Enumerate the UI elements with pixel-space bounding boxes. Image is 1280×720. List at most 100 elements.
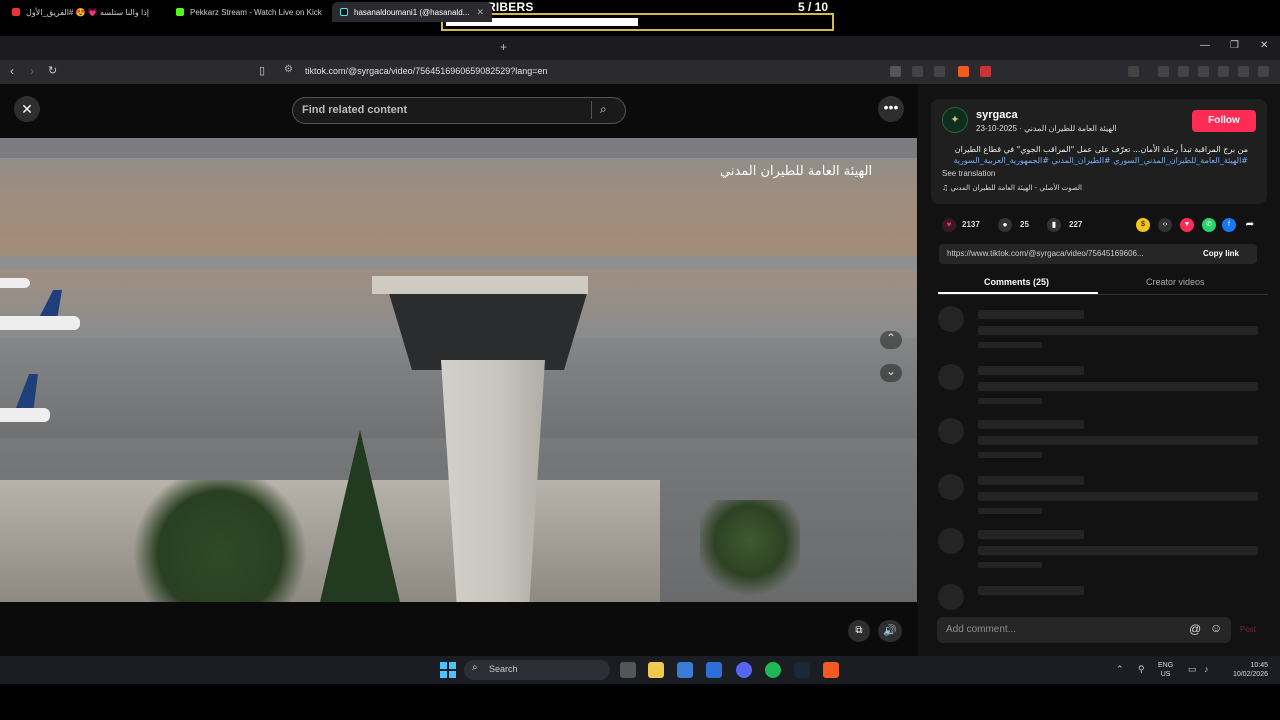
- picture-in-picture-icon[interactable]: ⧉: [848, 620, 870, 642]
- language-indicator[interactable]: ENG US: [1158, 661, 1173, 679]
- speaker-icon[interactable]: ♪: [1204, 664, 1209, 674]
- cast-icon[interactable]: [912, 66, 923, 77]
- spotify-icon[interactable]: [765, 662, 781, 678]
- tray-chevron-icon[interactable]: ⌃: [1116, 664, 1124, 675]
- vpn-icon[interactable]: [1238, 66, 1249, 77]
- kick-icon: [176, 8, 184, 16]
- skeleton-avatar: [938, 418, 964, 444]
- horizon: [0, 138, 917, 158]
- extension-icon[interactable]: [890, 66, 901, 77]
- maximize-icon[interactable]: ❐: [1230, 40, 1239, 51]
- facebook-icon[interactable]: f: [1222, 218, 1236, 232]
- mail-icon[interactable]: [706, 662, 722, 678]
- save-icon[interactable]: ▮: [1047, 218, 1061, 232]
- close-window-icon[interactable]: ✕: [1260, 40, 1268, 51]
- skeleton-line: [978, 326, 1258, 335]
- music-label: الصوت الأصلي - الهيئة العامة للطيران الم…: [950, 184, 1082, 192]
- skeleton-line: [978, 530, 1084, 539]
- search-placeholder: Find related content: [302, 104, 408, 116]
- share-icon[interactable]: [934, 66, 945, 77]
- emoji-icon[interactable]: ☺: [1210, 621, 1222, 635]
- whatsapp-icon[interactable]: ✆: [1202, 218, 1216, 232]
- description-hashtags[interactable]: #الهيئة_العامة_للطيران_المدني_السوري #ال…: [942, 155, 1248, 166]
- runway: [0, 256, 917, 270]
- skeleton-line: [978, 562, 1042, 568]
- see-translation-link[interactable]: See translation: [942, 169, 995, 178]
- discord-icon[interactable]: [736, 662, 752, 678]
- airplane: [0, 278, 30, 288]
- network-icon[interactable]: ▭: [1188, 664, 1197, 675]
- avatar[interactable]: ✦: [942, 107, 968, 133]
- store-icon[interactable]: [677, 662, 693, 678]
- music-note-icon: ♫: [942, 184, 951, 192]
- control-tower-roof: [372, 276, 588, 294]
- search-divider: [591, 101, 592, 119]
- skeleton-avatar: [938, 474, 964, 500]
- tab-creator-videos[interactable]: Creator videos: [1146, 277, 1205, 287]
- sidebar-icon[interactable]: [1178, 66, 1189, 77]
- rewards-icon[interactable]: [980, 66, 991, 77]
- coin-icon[interactable]: $: [1136, 218, 1150, 232]
- tab-label: إذا والنا ستلسه 💗 😍 #الفريق_الأول: [26, 7, 149, 17]
- reload-icon[interactable]: ↻: [48, 64, 57, 77]
- lang-code: ENG: [1158, 662, 1174, 669]
- post-comment-button[interactable]: Post: [1240, 625, 1256, 634]
- more-options-button[interactable]: •••: [878, 96, 904, 122]
- new-tab-icon[interactable]: +: [500, 40, 507, 54]
- comment-icon[interactable]: ●: [998, 218, 1012, 232]
- close-video-button[interactable]: ✕: [14, 96, 40, 122]
- mention-icon[interactable]: @: [1189, 622, 1201, 636]
- site-info-icon[interactable]: ⚙: [284, 64, 293, 75]
- windows-taskbar: [0, 656, 1280, 684]
- close-tab-icon[interactable]: ✕: [476, 7, 484, 18]
- search-icon[interactable]: ⌕: [600, 102, 607, 117]
- skeleton-line: [978, 382, 1258, 391]
- clock-time: 10:45: [1250, 662, 1268, 669]
- leo-icon[interactable]: [1218, 66, 1229, 77]
- tab-2[interactable]: Pekkarz Stream - Watch Live on Kick: [168, 2, 328, 22]
- like-count: 2137: [962, 220, 980, 229]
- previous-video-icon[interactable]: ⌃: [880, 331, 902, 349]
- brave-icon[interactable]: [823, 662, 839, 678]
- skeleton-line: [978, 398, 1042, 404]
- share-arrow-icon[interactable]: ➦: [1243, 218, 1257, 232]
- taskbar-search[interactable]: [464, 660, 610, 680]
- send-icon[interactable]: ▼: [1180, 218, 1194, 232]
- post-description: من برج المراقبة تبدأ رحلة الأمان... تعرّ…: [942, 144, 1248, 166]
- tab-comments[interactable]: Comments (25): [984, 277, 1049, 287]
- address-bar: [0, 60, 1280, 84]
- username[interactable]: syrgaca: [976, 109, 1018, 121]
- airplane: [0, 316, 80, 330]
- skeleton-line: [978, 436, 1258, 445]
- task-view-icon[interactable]: [620, 662, 636, 678]
- start-icon[interactable]: [440, 662, 456, 678]
- minimize-icon[interactable]: —: [1200, 40, 1210, 51]
- volume-icon[interactable]: 🔊: [878, 620, 902, 642]
- clock[interactable]: 10:45 10/02/2026: [1226, 661, 1268, 679]
- url-field[interactable]: tiktok.com/@syrgaca/video/75645169606590…: [305, 66, 548, 76]
- screenshot-icon[interactable]: [1128, 66, 1139, 77]
- follow-button[interactable]: Follow: [1192, 110, 1256, 132]
- wallet-icon[interactable]: [1198, 66, 1209, 77]
- subscriber-progress-bar: [441, 13, 834, 31]
- airplane-tail: [40, 290, 62, 316]
- tab-1[interactable]: إذا والنا ستلسه 💗 😍 #الفريق_الأول: [4, 2, 166, 22]
- tab-3-active[interactable]: hasanaldoumani1 (@hasanald... ✕: [332, 2, 492, 22]
- menu-icon[interactable]: [1258, 66, 1269, 77]
- copy-link-button[interactable]: Copy link: [1203, 249, 1239, 258]
- skeleton-line: [978, 366, 1084, 375]
- steam-icon[interactable]: [794, 662, 810, 678]
- youtube-icon: [12, 8, 20, 16]
- embed-icon[interactable]: ‹›: [1158, 218, 1172, 232]
- file-explorer-icon[interactable]: [648, 662, 664, 678]
- brave-shield-icon[interactable]: [958, 66, 969, 77]
- tray-app-icon[interactable]: ⚲: [1138, 664, 1145, 675]
- music-track[interactable]: ♫ الصوت الأصلي - الهيئة العامة للطيران ا…: [942, 184, 1082, 192]
- next-video-icon[interactable]: ⌄: [880, 364, 902, 382]
- bookmark-icon[interactable]: ▯: [259, 64, 265, 77]
- skeleton-line: [978, 476, 1084, 485]
- music-icon[interactable]: [1158, 66, 1169, 77]
- forward-icon[interactable]: ›: [30, 64, 34, 78]
- like-icon[interactable]: ♥: [942, 218, 956, 232]
- back-icon[interactable]: ‹: [10, 64, 14, 78]
